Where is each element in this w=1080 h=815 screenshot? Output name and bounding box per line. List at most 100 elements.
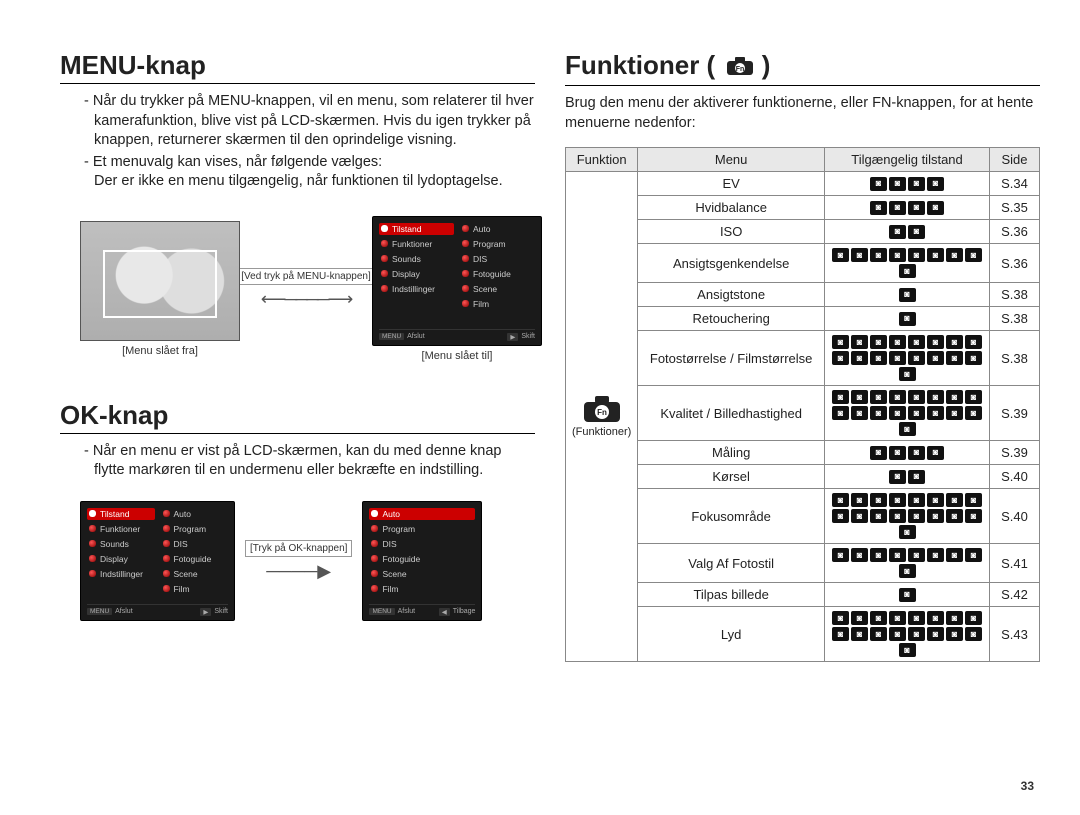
mode-icon: ◙ [832, 611, 849, 625]
lcd-ok-after: Auto Program DIS Fotoguide Scene Film ME… [362, 501, 482, 621]
mode-icon: ◙ [889, 627, 906, 641]
right-column: Funktioner ( Fn ) Brug den menu der akti… [565, 50, 1040, 662]
mode-icon: ◙ [889, 548, 906, 562]
mode-icon: ◙ [927, 509, 944, 523]
mode-icon: ◙ [851, 351, 868, 365]
available-modes-cell: ◙◙ [825, 465, 990, 489]
ok-arrow-area: [Tryk på OK-knappen] ────▶ [245, 540, 352, 582]
mode-icon: ◙ [889, 201, 906, 215]
menu-cell: Fokusområde [638, 489, 825, 544]
mode-icon: ◙ [870, 611, 887, 625]
mode-icon: ◙ [899, 564, 916, 578]
available-modes-cell: ◙◙◙◙◙◙◙◙◙◙◙◙◙◙◙◙◙ [825, 386, 990, 441]
menu-cell: Hvidbalance [638, 196, 825, 220]
mode-icon: ◙ [870, 335, 887, 349]
mode-icon: ◙ [946, 351, 963, 365]
menu-item: DIS [369, 538, 475, 550]
menu-item: Film [161, 583, 229, 595]
menu-item: Sounds [379, 253, 454, 265]
mode-icon: ◙ [965, 406, 982, 420]
side-cell: S.38 [990, 331, 1040, 386]
mode-icon: ◙ [899, 312, 916, 326]
mode-icon: ◙ [908, 493, 925, 507]
mode-icon: ◙ [927, 627, 944, 641]
mode-icon: ◙ [889, 177, 906, 191]
menu-knap-heading: MENU-knap [60, 50, 535, 84]
th-tilstand: Tilgængelig tilstand [825, 148, 990, 172]
mode-icon: ◙ [889, 611, 906, 625]
mode-icon: ◙ [927, 446, 944, 460]
menu-item: Tilstand [87, 508, 155, 520]
mode-icon: ◙ [889, 470, 906, 484]
funktion-cell: Fn(Funktioner) [566, 172, 638, 662]
mode-icon: ◙ [927, 611, 944, 625]
mode-icon: ◙ [899, 643, 916, 657]
mode-icon: ◙ [899, 525, 916, 539]
mode-icon: ◙ [870, 201, 887, 215]
side-cell: S.40 [990, 465, 1040, 489]
ok-knap-para1: - Når en menu er vist på LCD-skærmen, ka… [84, 442, 535, 481]
mode-icon: ◙ [946, 493, 963, 507]
mode-icon: ◙ [908, 390, 925, 404]
ok-press-label: [Tryk på OK-knappen] [245, 540, 352, 557]
mode-icon: ◙ [870, 627, 887, 641]
mode-icon: ◙ [946, 627, 963, 641]
menu-item: Scene [161, 568, 229, 580]
mode-icon: ◙ [908, 627, 925, 641]
mode-icon: ◙ [908, 406, 925, 420]
mode-icon: ◙ [946, 509, 963, 523]
menu-arrow-area: [Ved tryk på MENU-knappen] ⟵────⟶ [246, 268, 366, 310]
mode-icon: ◙ [927, 548, 944, 562]
available-modes-cell: ◙◙◙◙◙◙◙◙◙◙◙◙◙◙◙◙◙ [825, 331, 990, 386]
menu-item: Program [161, 523, 229, 535]
menu-knap-para2: - Et menuvalg kan vises, når følgende væ… [84, 153, 535, 173]
menu-item: Tilstand [379, 223, 454, 235]
funktioner-intro: Brug den menu der aktiverer funktionerne… [565, 94, 1040, 133]
menu-item: Program [460, 238, 535, 250]
mode-icon: ◙ [908, 177, 925, 191]
mode-icon: ◙ [851, 390, 868, 404]
page-number: 33 [1021, 779, 1034, 793]
menu-item: Display [87, 553, 155, 565]
available-modes-cell: ◙◙◙◙◙◙◙◙◙◙◙◙◙◙◙◙◙ [825, 489, 990, 544]
side-cell: S.34 [990, 172, 1040, 196]
mode-icon: ◙ [870, 177, 887, 191]
available-modes-cell: ◙ [825, 583, 990, 607]
menu-knap-para1: - Når du trykker på MENU-knappen, vil en… [84, 92, 535, 151]
menu-cell: Fotostørrelse / Filmstørrelse [638, 331, 825, 386]
menu-knap-para3: Der er ikke en menu tilgængelig, når fun… [94, 172, 535, 192]
menu-item: Display [379, 268, 454, 280]
mode-icon: ◙ [870, 446, 887, 460]
mode-icon: ◙ [927, 406, 944, 420]
mode-icon: ◙ [965, 611, 982, 625]
fn-camera-icon: Fn [726, 52, 754, 83]
figure-menu-on: Tilstand Funktioner Sounds Display Indst… [372, 216, 542, 362]
mode-icon: ◙ [908, 335, 925, 349]
mode-icon: ◙ [908, 470, 925, 484]
mode-icon: ◙ [832, 335, 849, 349]
mode-icon: ◙ [889, 335, 906, 349]
menu-item: Funktioner [87, 523, 155, 535]
menu-cell: Måling [638, 441, 825, 465]
ok-figures: Tilstand Funktioner Sounds Display Indst… [80, 501, 535, 621]
mode-icon: ◙ [965, 335, 982, 349]
menu-item: Funktioner [379, 238, 454, 250]
mode-icon: ◙ [908, 509, 925, 523]
lcd-photo-menu-off [80, 221, 240, 341]
mode-icon: ◙ [899, 288, 916, 302]
mode-icon: ◙ [851, 548, 868, 562]
available-modes-cell: ◙◙◙◙ [825, 196, 990, 220]
th-menu: Menu [638, 148, 825, 172]
double-arrow-icon: ⟵────⟶ [261, 289, 352, 310]
mode-icon: ◙ [851, 335, 868, 349]
mode-icon: ◙ [908, 351, 925, 365]
menu-item: Film [369, 583, 475, 595]
mode-icon: ◙ [870, 509, 887, 523]
side-cell: S.41 [990, 544, 1040, 583]
menu-press-label: [Ved tryk på MENU-knappen] [236, 268, 376, 285]
menu-item: Fotoguide [369, 553, 475, 565]
menu-item: Auto [369, 508, 475, 520]
mode-icon: ◙ [946, 611, 963, 625]
side-cell: S.42 [990, 583, 1040, 607]
available-modes-cell: ◙◙◙◙ [825, 441, 990, 465]
